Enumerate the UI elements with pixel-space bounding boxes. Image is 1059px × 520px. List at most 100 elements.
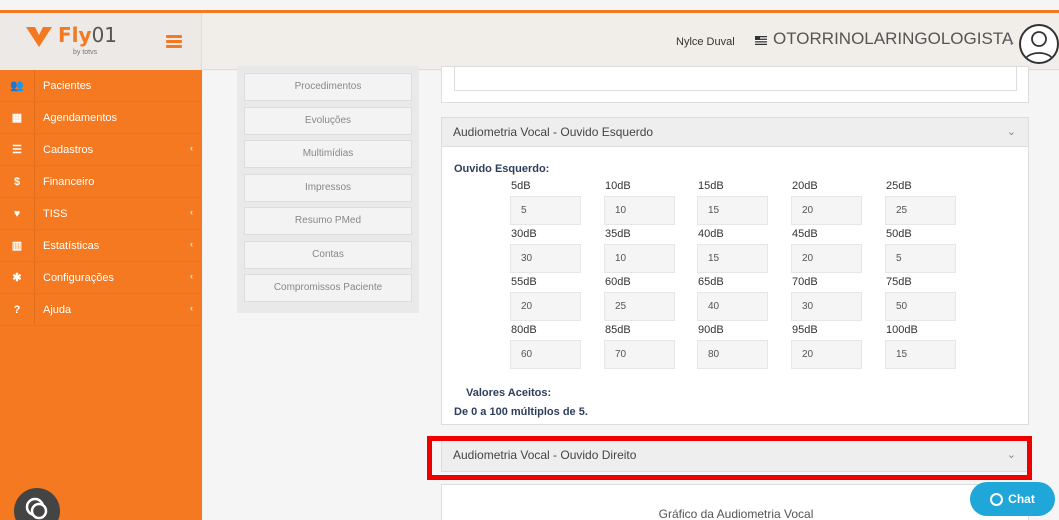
accepted-values-text: De 0 a 100 múltiplos de 5. bbox=[454, 406, 588, 418]
notes-textarea[interactable] bbox=[454, 67, 1017, 91]
db-value-input[interactable]: 50 bbox=[885, 292, 956, 321]
db-value-input[interactable]: 40 bbox=[697, 292, 768, 321]
sidebar-item-pacientes[interactable]: 👥 Pacientes bbox=[0, 70, 202, 102]
tab-impressos[interactable]: Impressos bbox=[244, 173, 412, 202]
question-icon: ? bbox=[13, 303, 21, 316]
logo-name-bold: Fly bbox=[58, 23, 92, 47]
db-value-input[interactable]: 30 bbox=[791, 292, 862, 321]
heartbeat-icon: ♥ bbox=[13, 207, 21, 220]
db-label: 100dB bbox=[886, 324, 918, 336]
sidebar-item-configuracoes[interactable]: ✱ Configurações ‹ bbox=[0, 262, 202, 294]
db-label: 30dB bbox=[511, 228, 537, 240]
db-value-input[interactable]: 15 bbox=[697, 196, 768, 225]
panel-left-ear: Audiometria Vocal - Ouvido Esquerdo ⌄ Ou… bbox=[441, 117, 1029, 425]
top-header: Nylce Duval OTORRINOLARINGOLOGISTA ⌄ bbox=[202, 16, 1059, 70]
db-value-input[interactable]: 25 bbox=[604, 292, 675, 321]
tab-evolucoes[interactable]: Evoluções bbox=[244, 106, 412, 135]
db-label: 20dB bbox=[792, 180, 818, 192]
db-label: 70dB bbox=[792, 276, 818, 288]
sidebar-item-tiss[interactable]: ♥ TISS ‹ bbox=[0, 198, 202, 230]
tab-multimidias[interactable]: Multimídias bbox=[244, 140, 412, 168]
db-label: 35dB bbox=[605, 228, 631, 240]
chat-button[interactable]: Chat bbox=[970, 482, 1055, 516]
users-icon: 👥 bbox=[10, 80, 24, 92]
hamburger-menu-icon[interactable] bbox=[166, 35, 182, 48]
db-value-input[interactable]: 30 bbox=[510, 244, 581, 273]
db-value-input[interactable]: 15 bbox=[697, 244, 768, 273]
user-name: Nylce Duval bbox=[676, 36, 735, 48]
tab-resumo-pmed[interactable]: Resumo PMed bbox=[244, 207, 412, 235]
sidebar: Fly01 by totvs 👥 Pacientes ▦ Agendamentos ☰ C… bbox=[0, 13, 202, 520]
record-tabs-panel: Procedimentos Evoluções Multimídias Impress… bbox=[237, 66, 419, 313]
panel-left-ear-header[interactable]: Audiometria Vocal - Ouvido Esquerdo ⌄ bbox=[442, 118, 1028, 147]
user-avatar[interactable] bbox=[1019, 24, 1059, 64]
top-accent-bar bbox=[0, 0, 1059, 13]
db-value-input[interactable]: 60 bbox=[510, 340, 581, 369]
list-icon: ☰ bbox=[12, 144, 22, 156]
sidebar-menu: 👥 Pacientes ▦ Agendamentos ☰ Cadastros ‹ $ Finan… bbox=[0, 70, 202, 326]
db-label: 15dB bbox=[698, 180, 724, 192]
chevron-left-icon: ‹ bbox=[190, 207, 193, 217]
db-value-input[interactable]: 20 bbox=[791, 196, 862, 225]
logo-by-text: by totvs bbox=[73, 49, 98, 56]
user-icon bbox=[1023, 31, 1055, 62]
chevron-down-icon[interactable]: ⌄ bbox=[1008, 37, 1016, 48]
audiometry-chart-card: Gráfico da Audiometria Vocal bbox=[441, 484, 1029, 520]
db-value-input[interactable]: 20 bbox=[510, 292, 581, 321]
db-label: 45dB bbox=[792, 228, 818, 240]
db-label: 90dB bbox=[698, 324, 724, 336]
logo-area: Fly01 by totvs bbox=[0, 13, 202, 70]
logo-text: Fly01 bbox=[58, 23, 117, 47]
calendar-icon: ▦ bbox=[11, 112, 23, 124]
db-value-input[interactable]: 80 bbox=[697, 340, 768, 369]
db-label: 10dB bbox=[605, 180, 631, 192]
db-value-input[interactable]: 25 bbox=[885, 196, 956, 225]
db-value-input[interactable]: 10 bbox=[604, 196, 675, 225]
chevron-left-icon: ‹ bbox=[190, 239, 193, 249]
sidebar-item-agendamentos[interactable]: ▦ Agendamentos bbox=[0, 102, 202, 134]
bar-chart-icon: ▥ bbox=[11, 240, 23, 252]
sidebar-item-financeiro[interactable]: $ Financeiro bbox=[0, 166, 202, 198]
tab-compromissos-paciente[interactable]: Compromissos Paciente bbox=[244, 274, 412, 302]
tab-procedimentos[interactable]: Procedimentos bbox=[244, 73, 412, 101]
specialty-selector[interactable]: OTORRINOLARINGOLOGISTA bbox=[773, 29, 1013, 49]
sidebar-item-label: Pacientes bbox=[34, 70, 202, 101]
chevron-left-icon: ‹ bbox=[190, 143, 193, 153]
chat-icon bbox=[990, 492, 1004, 506]
db-label: 60dB bbox=[605, 276, 631, 288]
sidebar-item-ajuda[interactable]: ? Ajuda ‹ bbox=[0, 294, 202, 326]
db-label: 40dB bbox=[698, 228, 724, 240]
speech-bubble-icon bbox=[25, 497, 48, 520]
flag-icon bbox=[755, 36, 767, 45]
db-value-input[interactable]: 10 bbox=[604, 244, 675, 273]
db-value-input[interactable]: 5 bbox=[885, 244, 956, 273]
db-value-input[interactable]: 5 bbox=[510, 196, 581, 225]
fly01-logo-icon bbox=[26, 27, 52, 47]
sidebar-item-label: Cadastros bbox=[34, 134, 202, 165]
gear-icon: ✱ bbox=[12, 272, 22, 284]
sidebar-item-cadastros[interactable]: ☰ Cadastros ‹ bbox=[0, 134, 202, 166]
sidebar-item-estatisticas[interactable]: ▥ Estatísticas ‹ bbox=[0, 230, 202, 262]
db-label: 5dB bbox=[511, 180, 531, 192]
dollar-icon: $ bbox=[13, 175, 21, 188]
db-label: 55dB bbox=[511, 276, 537, 288]
support-chat-icon[interactable] bbox=[14, 488, 60, 520]
accepted-values-title: Valores Aceitos: bbox=[466, 387, 552, 399]
chevron-left-icon: ‹ bbox=[190, 271, 193, 281]
db-label: 75dB bbox=[886, 276, 912, 288]
db-value-input[interactable]: 70 bbox=[604, 340, 675, 369]
left-ear-field-title: Ouvido Esquerdo: bbox=[454, 163, 550, 175]
db-label: 85dB bbox=[605, 324, 631, 336]
db-label: 25dB bbox=[886, 180, 912, 192]
sidebar-item-label: TISS bbox=[34, 198, 202, 229]
db-value-input[interactable]: 15 bbox=[885, 340, 956, 369]
chevron-down-icon[interactable]: ⌄ bbox=[1007, 118, 1016, 147]
db-label: 50dB bbox=[886, 228, 912, 240]
db-value-input[interactable]: 20 bbox=[791, 244, 862, 273]
tab-contas[interactable]: Contas bbox=[244, 240, 412, 269]
logo-name-thin: 01 bbox=[91, 23, 118, 47]
db-value-input[interactable]: 20 bbox=[791, 340, 862, 369]
previous-section-card bbox=[441, 66, 1029, 103]
sidebar-item-label: Ajuda bbox=[34, 294, 202, 325]
sidebar-item-label: Configurações bbox=[34, 262, 202, 293]
